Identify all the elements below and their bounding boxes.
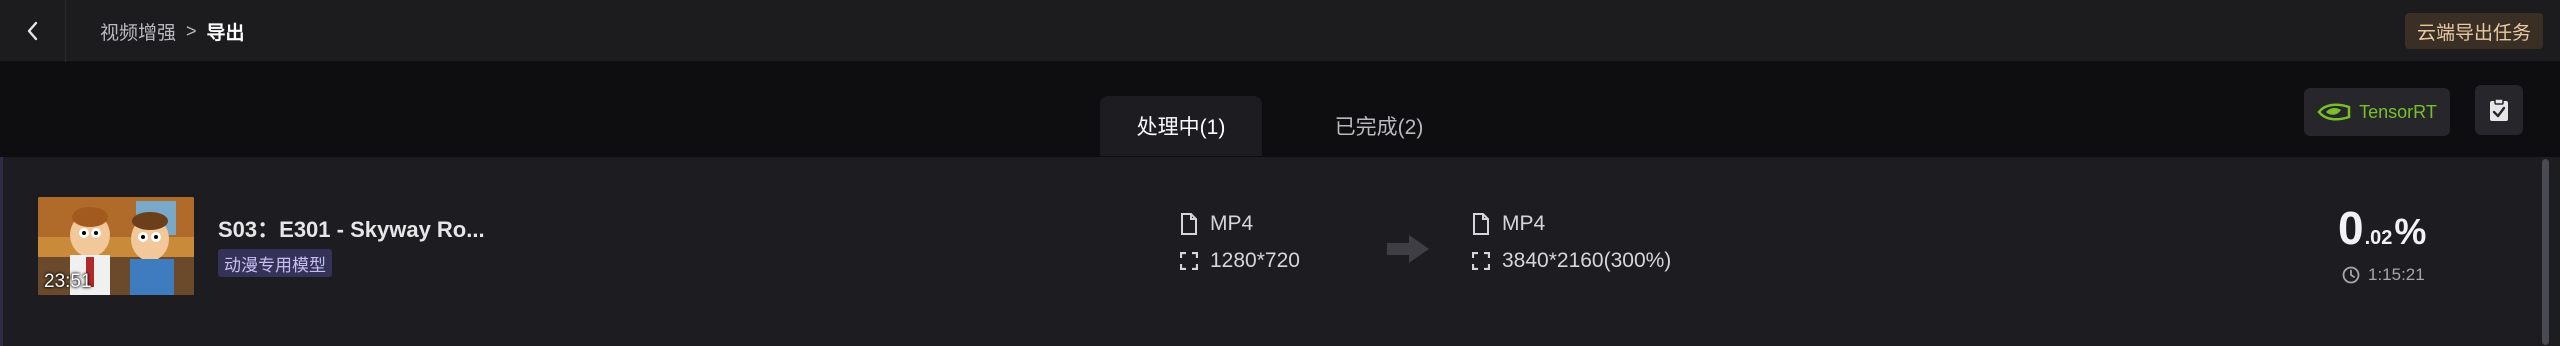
source-format: MP4 — [1180, 212, 1253, 236]
source-format-label: MP4 — [1210, 212, 1254, 235]
nvidia-icon — [2317, 103, 2351, 121]
arrow-right-icon — [1387, 235, 1429, 263]
tensorrt-label: TensorRT — [2359, 101, 2437, 122]
progress-decimal: .02 — [2364, 227, 2393, 249]
back-button[interactable] — [0, 0, 66, 62]
tab-completed[interactable]: 已完成(2) — [1298, 96, 1460, 156]
breadcrumb-parent[interactable]: 视频增强 — [100, 18, 176, 45]
breadcrumb-current: 导出 — [206, 22, 245, 44]
progress-percent: 0 .02 % — [2338, 201, 2426, 255]
resolution-icon — [1472, 252, 1490, 270]
video-duration: 23:51 — [44, 271, 92, 292]
row-accent — [0, 157, 3, 346]
top-bar: 视频增强 > 导出 云端导出任务 — [0, 0, 2560, 62]
target-resolution-label: 3840*2160(300%) — [1502, 249, 1672, 272]
back-icon — [27, 21, 37, 41]
progress-unit: % — [2394, 211, 2427, 252]
cloud-export-tasks-button[interactable]: 云端导出任务 — [2404, 13, 2543, 49]
task-list-button[interactable] — [2475, 85, 2523, 135]
tab-processing[interactable]: 处理中(1) — [1100, 96, 1262, 156]
time-remaining-label: 1:15:21 — [2368, 265, 2425, 284]
video-thumbnail[interactable]: 23:51 — [38, 197, 194, 295]
progress-integer: 0 — [2338, 202, 2364, 254]
task-list: 23:51 S03：E301 - Skyway Ro... 动漫专用模型 MP4… — [0, 157, 2560, 346]
breadcrumb-separator: > — [186, 20, 197, 41]
target-format: MP4 — [1472, 212, 1545, 236]
target-resolution: 3840*2160(300%) — [1472, 249, 1671, 273]
clipboard-icon — [2490, 98, 2508, 121]
list-scrollbar[interactable] — [2542, 159, 2549, 345]
resolution-icon — [1180, 252, 1198, 270]
breadcrumb: 视频增强 > 导出 — [100, 0, 245, 62]
task-title: S03：E301 - Skyway Ro... — [218, 217, 485, 242]
source-resolution: 1280*720 — [1180, 249, 1300, 273]
tensorrt-button[interactable]: TensorRT — [2304, 88, 2450, 136]
source-resolution-label: 1280*720 — [1210, 249, 1300, 272]
target-format-label: MP4 — [1502, 212, 1546, 235]
model-tag: 动漫专用模型 — [218, 249, 332, 277]
file-icon — [1473, 213, 1489, 235]
time-remaining: 1:15:21 — [2342, 265, 2425, 285]
file-icon — [1181, 213, 1197, 235]
clock-icon — [2342, 266, 2360, 284]
tabs-area: 处理中(1) 已完成(2) TensorRT — [0, 62, 2560, 157]
